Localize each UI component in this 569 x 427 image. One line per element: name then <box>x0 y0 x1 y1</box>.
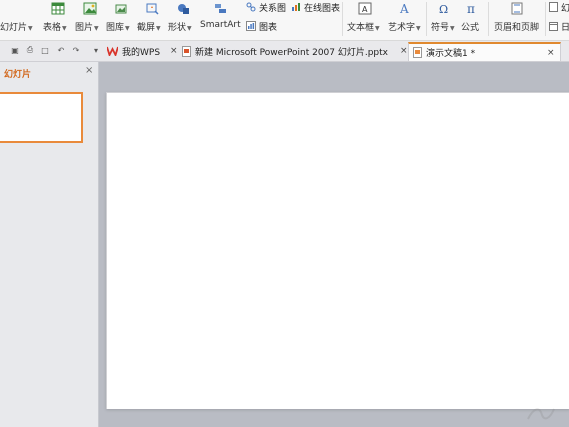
ribbon-toolbar: 幻灯片▼ 表格▼ 图片▼ 图库▼ 截屏▼ 形状▼ SmartArt 关系图 在线… <box>0 0 569 41</box>
table-button[interactable]: 表格▼ <box>43 0 73 40</box>
slide-number-button[interactable]: 幻 <box>549 0 569 14</box>
slide-thumbnail[interactable] <box>0 92 83 143</box>
header-footer-label: 页眉和页脚 <box>494 23 540 33</box>
chevron-down-icon: ▼ <box>416 25 421 32</box>
header-footer-icon <box>511 2 523 15</box>
watermark-logo-icon <box>527 408 555 420</box>
chevron-down-icon: ▼ <box>62 25 67 32</box>
close-icon[interactable]: × <box>170 46 178 56</box>
svg-text:A: A <box>399 2 409 15</box>
tab-presentation-1[interactable]: 演示文稿1 * × <box>408 42 561 61</box>
tab-label: 演示文稿1 * <box>426 49 476 59</box>
relation-label: 关系图 <box>259 3 287 14</box>
chevron-down-icon: ▼ <box>450 25 455 32</box>
pptx-file-icon <box>182 45 191 57</box>
picture-label: 图片 <box>75 23 94 33</box>
symbol-icon: Ω <box>439 3 448 15</box>
slide-pane-title: 幻灯片 <box>4 70 32 80</box>
smartart-label: SmartArt <box>200 20 241 30</box>
wordart-label: 艺术字 <box>388 23 416 33</box>
ribbon-separator <box>342 2 343 36</box>
chevron-down-icon: ▼ <box>125 25 130 32</box>
slide-number-icon <box>549 2 558 12</box>
relation-button[interactable]: 关系图 <box>246 0 286 14</box>
gallery-icon <box>115 4 127 14</box>
chevron-down-icon: ▼ <box>156 25 161 32</box>
date-time-label: 日 <box>561 20 569 33</box>
presentation-file-icon <box>413 47 422 58</box>
chart-button[interactable]: 图表 <box>246 20 278 33</box>
tab-my-wps[interactable]: 我的WPS × <box>107 42 178 60</box>
relation-icon <box>246 2 256 12</box>
close-icon[interactable]: × <box>400 46 408 56</box>
formula-button[interactable]: π 公式 <box>461 0 485 40</box>
close-icon[interactable]: × <box>85 65 93 76</box>
slide-number-label: 幻 <box>561 1 569 14</box>
document-tab-bar: ▣ ⎙ □ ↶ ↷ ▾ 我的WPS × 新建 Microsoft PowerPo… <box>0 41 569 62</box>
symbol-button[interactable]: Ω 符号▼ <box>431 0 459 40</box>
tab-label: 新建 Microsoft PowerPoint 2007 幻灯片.pptx <box>195 47 389 58</box>
save-icon[interactable]: ▣ <box>10 45 20 55</box>
chevron-down-icon: ▼ <box>187 25 192 32</box>
date-time-button[interactable]: 日 <box>549 20 569 33</box>
shape-icon <box>178 4 189 14</box>
slide-canvas[interactable] <box>106 92 569 409</box>
svg-text:π: π <box>467 2 475 15</box>
chevron-down-icon: ▼ <box>94 25 99 32</box>
print-icon[interactable]: ⎙ <box>25 45 35 55</box>
chart-label: 图表 <box>259 22 278 33</box>
svg-text:A: A <box>362 5 368 14</box>
table-label: 表格 <box>43 23 62 33</box>
smartart-icon <box>215 4 226 13</box>
symbol-label: 符号 <box>431 23 450 33</box>
gallery-button[interactable]: 图库▼ <box>106 0 136 40</box>
close-icon[interactable]: × <box>547 48 555 58</box>
shape-label: 形状 <box>168 23 187 33</box>
ribbon-separator <box>488 2 489 36</box>
undo-icon[interactable]: ↶ <box>56 45 66 55</box>
chevron-down-icon: ▼ <box>28 25 33 32</box>
chart-icon <box>246 21 256 31</box>
online-chart-icon <box>292 3 300 11</box>
formula-label: 公式 <box>461 23 480 33</box>
shape-button[interactable]: 形状▼ <box>168 0 198 40</box>
ribbon-separator <box>426 2 427 36</box>
slide-thumbnail-pane: 幻灯片 × <box>0 62 99 427</box>
new-slide-label: 幻灯片 <box>0 23 28 33</box>
table-icon <box>51 2 65 15</box>
online-chart-button[interactable]: 在线图表 <box>291 0 340 14</box>
tab-pptx-document[interactable]: 新建 Microsoft PowerPoint 2007 幻灯片.pptx × <box>182 42 408 60</box>
textbox-button[interactable]: A 文本框▼ <box>347 0 387 40</box>
wps-logo-icon <box>107 46 118 56</box>
picture-button[interactable]: 图片▼ <box>75 0 105 40</box>
ribbon-separator <box>545 2 546 36</box>
wordart-button[interactable]: A 艺术字▼ <box>388 0 424 40</box>
new-slide-button[interactable]: 幻灯片▼ <box>0 0 33 40</box>
screenshot-label: 截屏 <box>137 23 156 33</box>
chevron-down-icon: ▼ <box>375 25 380 32</box>
preview-icon[interactable]: □ <box>40 45 50 55</box>
tab-label: 我的WPS <box>122 47 161 58</box>
redo-icon[interactable]: ↷ <box>71 45 81 55</box>
gallery-label: 图库 <box>106 23 125 33</box>
formula-icon: π <box>467 2 475 15</box>
svg-text:Ω: Ω <box>439 3 448 15</box>
header-footer-button[interactable]: 页眉和页脚 <box>494 0 542 40</box>
quick-access-dropdown-icon[interactable]: ▾ <box>91 45 101 55</box>
textbox-label: 文本框 <box>347 23 375 33</box>
picture-icon <box>83 2 97 15</box>
calendar-icon <box>549 22 558 31</box>
screenshot-button[interactable]: 截屏▼ <box>137 0 167 40</box>
textbox-icon: A <box>358 2 372 15</box>
screenshot-icon <box>146 3 159 15</box>
smartart-button[interactable]: SmartArt <box>200 0 242 40</box>
wordart-icon: A <box>399 2 409 15</box>
online-chart-label: 在线图表 <box>304 3 341 14</box>
